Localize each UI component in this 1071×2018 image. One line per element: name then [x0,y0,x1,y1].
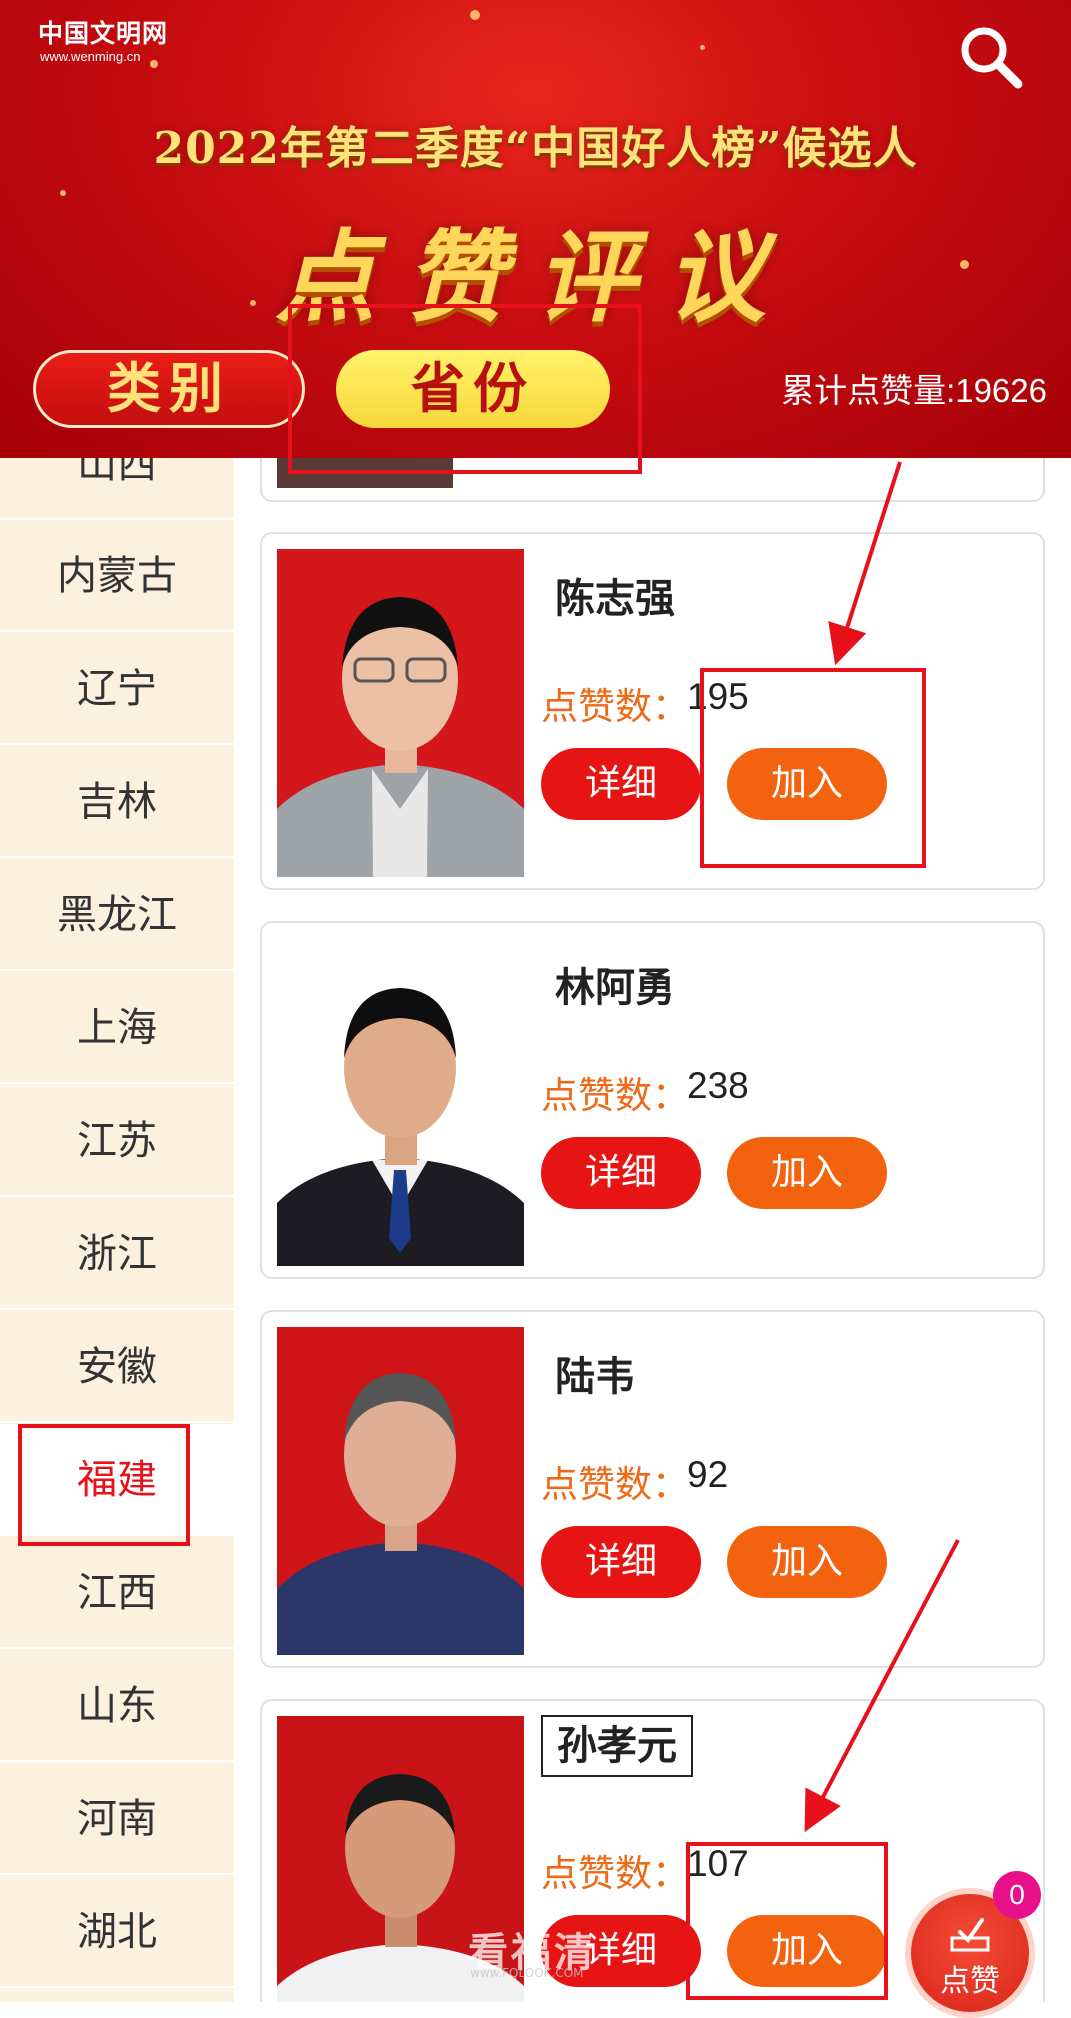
candidate-photo [277,1327,524,1655]
candidate-card: 陈志强 点赞数： 195 详细 加入 [260,532,1045,890]
candidate-name: 陈志强 [555,576,675,622]
sidebar-item-hubei[interactable]: 湖北 [0,1876,234,1988]
candidate-card: 林阿勇 点赞数： 238 详细 加入 [260,921,1045,1279]
sidebar-item-anhui[interactable]: 安徽 [0,1311,234,1423]
province-sidebar[interactable]: 山西 内蒙古 辽宁 吉林 黑龙江 上海 江苏 浙江 安徽 福建 江西 山东 河南… [0,458,234,2002]
tab-province[interactable]: 省份 [336,350,610,428]
sidebar-item-shanxi[interactable]: 山西 [0,458,234,520]
tab-category[interactable]: 类别 [33,350,305,428]
sidebar-item-jiangxi[interactable]: 江西 [0,1537,234,1649]
likes-label: 点赞数： [541,1852,689,1895]
banner-title: 点赞评议 [275,218,796,336]
sidebar-item-fujian[interactable]: 福建 [0,1424,234,1536]
detail-button[interactable]: 详细 [541,1137,701,1209]
join-button[interactable]: 加入 [727,1137,887,1209]
likes-label: 点赞数： [541,685,689,728]
join-button[interactable]: 加入 [727,1915,887,1987]
site-logo-url: www.wenming.cn [40,49,141,64]
site-logo[interactable]: 中国文明网 [38,14,168,50]
likes-count: 107 [687,1843,749,1884]
candidate-photo [277,549,524,877]
vote-icon [950,1918,990,1952]
like-count-badge: 0 [993,1871,1041,1919]
candidate-name: 林阿勇 [555,965,675,1011]
likes-count: 238 [687,1065,749,1106]
likes-label: 点赞数： [541,1074,689,1117]
detail-button[interactable]: 详细 [541,748,701,820]
sidebar-item-liaoning[interactable]: 辽宁 [0,633,234,745]
candidate-card: 陆韦 点赞数： 92 详细 加入 [260,1310,1045,1668]
likes-count: 92 [687,1454,729,1495]
candidate-card-partial [260,458,1045,502]
likes-label: 点赞数： [541,1463,689,1506]
floating-like-label: 点赞 [940,1964,1000,1999]
candidate-list[interactable]: 陈志强 点赞数： 195 详细 加入 林阿勇 点赞数： 238 详细 加入 陆韦… [234,458,1071,2002]
detail-button[interactable]: 详细 [541,1526,701,1598]
candidate-name: 孙孝元 [541,1715,693,1777]
join-button[interactable]: 加入 [727,748,887,820]
sidebar-item-shanghai[interactable]: 上海 [0,972,234,1084]
banner-headline: 2022年第二季度“中国好人榜”候选人 [153,123,918,174]
sidebar-item-neimenggu[interactable]: 内蒙古 [0,520,234,632]
candidate-name: 陆韦 [555,1354,635,1400]
sparkle-decoration [470,10,480,20]
header-banner: 中国文明网 www.wenming.cn 2022年第二季度“中国好人榜”候选人… [0,0,1071,458]
sidebar-item-shandong[interactable]: 山东 [0,1650,234,1762]
total-likes-counter: 累计点赞量:19626 [781,372,1047,409]
candidate-photo [277,938,524,1266]
likes-count: 195 [687,676,749,717]
search-icon[interactable] [956,22,1026,92]
sidebar-item-zhejiang[interactable]: 浙江 [0,1198,234,1310]
sidebar-item-henan[interactable]: 河南 [0,1763,234,1875]
join-button[interactable]: 加入 [727,1526,887,1598]
candidate-photo-partial [277,458,453,488]
sparkle-decoration [700,45,705,50]
sidebar-item-jilin[interactable]: 吉林 [0,746,234,858]
watermark-url: www.FQLOOK.COM [470,1966,584,1980]
sidebar-item-heilongjiang[interactable]: 黑龙江 [0,859,234,971]
sparkle-decoration [150,60,158,68]
sidebar-item-jiangsu[interactable]: 江苏 [0,1085,234,1197]
